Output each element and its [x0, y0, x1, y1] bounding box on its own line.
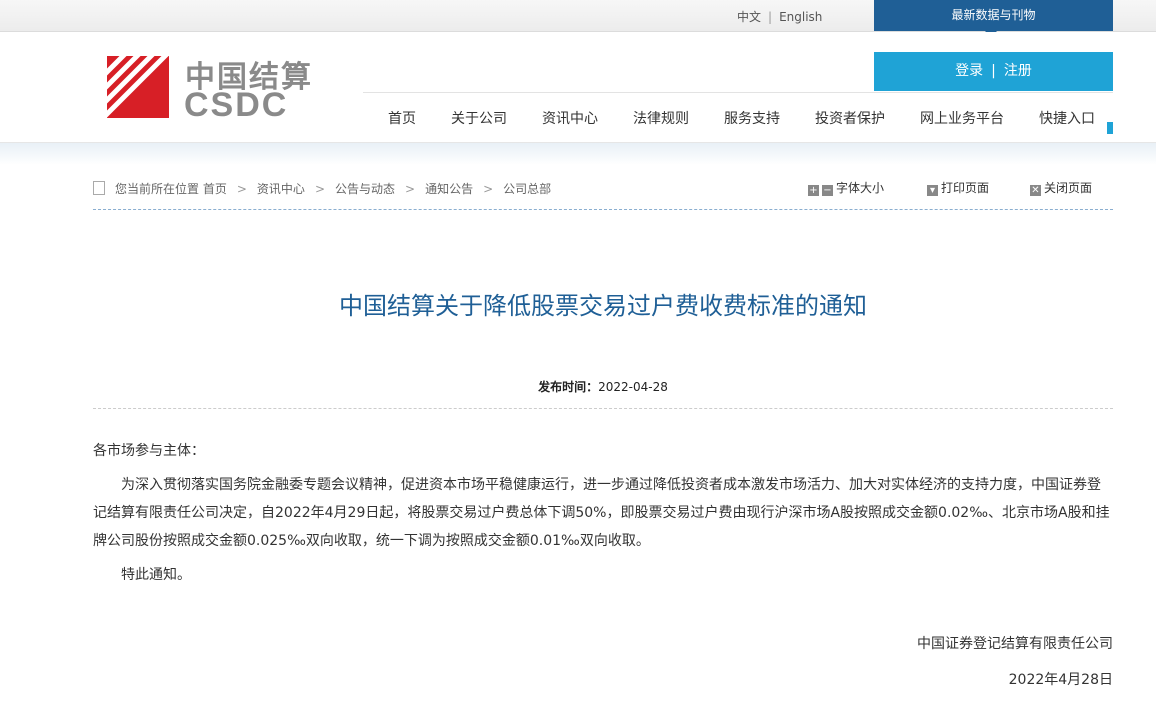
nav-home[interactable]: 首页 [388, 108, 416, 128]
article-title: 中国结算关于降低股票交易过户费收费标准的通知 [339, 292, 867, 320]
paragraph-closing: 特此通知。 [121, 567, 191, 583]
print-tool[interactable]: ▾ 打印页面 [927, 179, 989, 196]
publish-label: 发布时间： [538, 380, 599, 394]
nav-about[interactable]: 关于公司 [451, 108, 507, 128]
lang-separator: | [768, 10, 773, 24]
close-tool[interactable]: ✕ 关闭页面 [1030, 179, 1092, 196]
latest-data-button[interactable]: 最新数据与刊物 [874, 0, 1113, 31]
nav-quick[interactable]: 快捷入口 [1039, 108, 1095, 128]
lang-chinese-link[interactable]: 中文 [737, 10, 761, 24]
print-label: 打印页面 [941, 181, 990, 195]
font-increase-icon[interactable]: + [808, 185, 819, 196]
nav-investor[interactable]: 投资者保护 [815, 108, 885, 128]
chevron-right-icon: > [483, 182, 494, 196]
login-separator: | [991, 63, 996, 79]
article-body: 各市场参与主体： 为深入贯彻落实国务院金融委专题会议精神，促进资本市场平稳健康运… [93, 437, 1113, 589]
chevron-right-icon: > [236, 182, 247, 196]
close-icon: ✕ [1030, 185, 1041, 196]
language-switch: 中文 | English [737, 8, 822, 25]
signature-date: 2022年4月28日 [1008, 672, 1113, 688]
breadcrumb: 您当前所在位置 首页 > 资讯中心 > 公告与动态 > 通知公告 > 公司总部 [93, 180, 551, 197]
nav-divider [363, 92, 1113, 93]
font-size-tool: + − 字体大小 [808, 179, 884, 196]
breadcrumb-home[interactable]: 首页 [203, 182, 227, 196]
breadcrumb-prefix: 您当前所在位置 [115, 182, 200, 196]
print-icon: ▾ [927, 185, 938, 196]
breadcrumb-notices[interactable]: 通知公告 [425, 182, 473, 196]
paragraph-main: 为深入贯彻落实国务院金融委专题会议精神，促进资本市场平稳健康运行，进一步通过降低… [93, 477, 1110, 549]
close-label: 关闭页面 [1044, 181, 1093, 195]
login-bar: 登录 | 注册 [874, 52, 1113, 91]
register-button[interactable]: 注册 [1004, 63, 1032, 79]
breadcrumb-news[interactable]: 资讯中心 [257, 182, 305, 196]
chevron-right-icon: > [314, 182, 325, 196]
breadcrumb-headquarters[interactable]: 公司总部 [503, 182, 551, 196]
nav-support[interactable]: 服务支持 [724, 108, 780, 128]
logo-english-text: CSDC [184, 86, 289, 124]
breadcrumb-announcements[interactable]: 公告与动态 [335, 182, 395, 196]
title-divider [93, 408, 1113, 409]
bookmark-icon [1107, 122, 1113, 134]
breadcrumb-divider [93, 209, 1113, 210]
nav-news[interactable]: 资讯中心 [542, 108, 598, 128]
header-gradient [0, 143, 1156, 165]
nav-online[interactable]: 网上业务平台 [920, 108, 1004, 128]
salutation: 各市场参与主体： [93, 443, 205, 459]
font-decrease-icon[interactable]: − [822, 185, 833, 196]
chevron-right-icon: > [405, 182, 416, 196]
signature: 中国证券登记结算有限责任公司 [917, 636, 1113, 652]
font-size-label: 字体大小 [836, 181, 885, 195]
nav-rules[interactable]: 法律规则 [633, 108, 689, 128]
publish-date: 2022-04-28 [598, 380, 668, 394]
document-icon [93, 181, 105, 195]
login-button[interactable]: 登录 [955, 63, 983, 79]
publish-info: 发布时间：2022-04-28 [0, 378, 1156, 395]
lang-english-link[interactable]: English [779, 10, 822, 24]
